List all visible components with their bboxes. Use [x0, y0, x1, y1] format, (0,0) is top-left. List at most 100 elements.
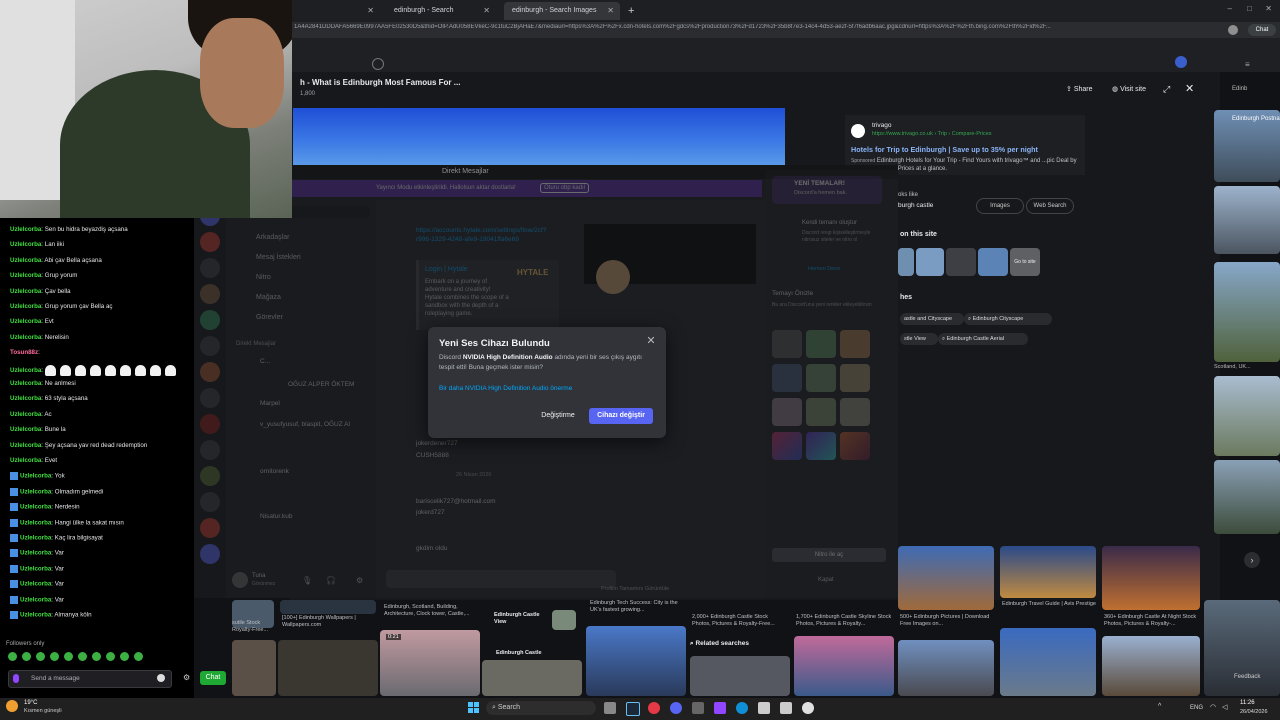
profile-icon[interactable] [1228, 25, 1238, 35]
image-caption[interactable]: Edinburgh Castle View [494, 612, 550, 626]
chat-username[interactable]: Uzlelcorba [20, 519, 51, 526]
image-thumbnail[interactable] [690, 656, 790, 696]
dm-item[interactable]: C... [260, 358, 270, 365]
emote-icon[interactable] [8, 652, 17, 661]
edge-thumbnail[interactable] [1214, 376, 1280, 456]
refresh-icon[interactable] [372, 58, 384, 70]
dm-item[interactable]: Nisatur.kub [260, 513, 293, 520]
chat-username[interactable]: Uzlelcorba [20, 535, 51, 542]
image-thumbnail[interactable] [794, 636, 894, 696]
chat-settings-icon[interactable]: ⚙ [183, 673, 190, 682]
theme-swatch[interactable] [772, 432, 802, 460]
chat-username[interactable]: Uzlelcorba [20, 565, 51, 572]
tab-edinburgh-images[interactable]: edinburgh - Search Images ✕ [504, 2, 620, 20]
try-now-link[interactable]: Hemen Dene [808, 266, 840, 272]
chat-send-button[interactable]: Chat [200, 671, 226, 685]
image-caption[interactable]: Edinburgh, Scotland, Building, Architect… [384, 604, 484, 618]
image-thumbnail[interactable] [1000, 628, 1096, 696]
edge-icon[interactable] [736, 702, 748, 714]
tray-chevron-icon[interactable]: ^ [1158, 703, 1161, 710]
dm-item[interactable]: v_yusufyusuf, blaspit, OĞUZ Al [260, 421, 350, 428]
chat-username[interactable]: Uzlelcorba [10, 318, 41, 325]
emote-icon[interactable] [92, 652, 101, 661]
volume-icon[interactable]: ◁ [1222, 703, 1227, 711]
image-thumbnail[interactable] [1000, 546, 1096, 598]
chat-username[interactable]: Uzlelcorba [10, 395, 41, 402]
related-chip[interactable]: ⌕ Edinburgh Cityscape [964, 313, 1052, 325]
dm-item[interactable]: Marpel [260, 400, 280, 407]
chat-username[interactable]: Uzlelcorba [10, 380, 41, 387]
app-icon[interactable] [802, 702, 814, 714]
dont-change-button[interactable]: Değiştirme [534, 408, 582, 424]
server-icon[interactable] [200, 544, 220, 564]
theme-swatch[interactable] [840, 398, 870, 426]
chat-username[interactable]: Tosun88z [10, 349, 38, 356]
related-chip[interactable]: astle and Cityscape [900, 313, 964, 325]
image-caption[interactable]: 360+ Edinburgh Castle At Night Stock Pho… [1104, 614, 1202, 628]
server-icon[interactable] [200, 232, 220, 252]
message-link[interactable]: https://accounts.hytale.com/settings/flo… [416, 226, 556, 244]
related-chip[interactable]: stle View [900, 333, 938, 345]
images-button[interactable]: Images [976, 198, 1024, 214]
server-icon[interactable] [200, 466, 220, 486]
image-caption[interactable]: [100+] Edinburgh Wallpapers | Wallpapers… [282, 615, 378, 629]
edge-thumbnail[interactable] [1214, 262, 1280, 362]
maximize-icon[interactable]: □ [1247, 4, 1252, 13]
copilot-chat-button[interactable]: Chat [1248, 24, 1276, 36]
server-icon[interactable] [200, 362, 220, 382]
weather-temp[interactable]: 19°C [24, 700, 37, 706]
close-icon[interactable]: ✕ [367, 2, 374, 20]
image-thumbnail[interactable] [232, 640, 276, 696]
close-icon[interactable]: ✕ [644, 334, 658, 348]
server-icon[interactable] [200, 336, 220, 356]
share-button[interactable]: ⇪ Share [1066, 85, 1093, 93]
clock-time[interactable]: 11:26 [1240, 700, 1255, 706]
start-windows-icon[interactable] [468, 702, 480, 714]
close-panel-link[interactable]: Kapat [818, 577, 834, 583]
server-icon[interactable] [200, 414, 220, 434]
emote-icon[interactable] [22, 652, 31, 661]
chat-username[interactable]: Uzlelcorba [20, 504, 51, 511]
chat-username[interactable]: Uzlelcorba [20, 581, 51, 588]
new-themes-card[interactable]: YENİ TEMALAR! Discord'a hemen bak. [772, 176, 882, 204]
server-icon[interactable] [200, 310, 220, 330]
nitro-unlock-button[interactable]: Nitro ile aç [772, 548, 886, 562]
message-input[interactable] [386, 570, 616, 588]
app-icon[interactable] [692, 702, 704, 714]
chat-username[interactable]: Uzlelcorba [20, 612, 51, 619]
chat-username[interactable]: Uzlelcorba [10, 426, 41, 433]
theme-swatch[interactable] [806, 432, 836, 460]
image-thumbnail[interactable] [278, 640, 378, 696]
image-thumbnail[interactable] [898, 640, 994, 696]
emote-icon[interactable] [134, 652, 143, 661]
emote-icon[interactable] [50, 652, 59, 661]
chat-username[interactable]: Uzlelcorba [10, 334, 41, 341]
looks-like-value[interactable]: burgh castle [898, 202, 933, 209]
emote-icon[interactable] [36, 652, 45, 661]
theme-swatch[interactable] [840, 432, 870, 460]
image-caption[interactable]: 500+ Edinburgh Pictures | Download Free … [900, 614, 996, 628]
bits-icon[interactable] [13, 674, 19, 683]
image-thumbnail[interactable] [1102, 546, 1200, 610]
change-device-button[interactable]: Cihazı değiştir [589, 408, 653, 424]
emote-icon[interactable] [64, 652, 73, 661]
chat-username[interactable]: Uzlelcorba [10, 226, 41, 233]
taskbar-search[interactable]: ⌕ Search [486, 701, 596, 715]
site-thumbnail[interactable] [898, 248, 914, 276]
image-caption[interactable]: Edinburgh Castle [496, 650, 552, 657]
close-window-icon[interactable]: ✕ [1265, 4, 1272, 13]
open-external-icon[interactable]: ⤢ [1163, 84, 1170, 95]
emote-picker-icon[interactable] [157, 674, 165, 682]
image-thumbnail[interactable] [1102, 636, 1200, 696]
emote-icon[interactable] [106, 652, 115, 661]
microphone-icon[interactable]: 🎙 [302, 576, 312, 585]
chat-username[interactable]: Uzlelcorba [20, 488, 51, 495]
edge-thumbnail[interactable] [1214, 186, 1280, 254]
dont-suggest-link[interactable]: Bir daha NVIDIA High Definition Audio ön… [439, 385, 572, 392]
chat-username[interactable]: Uzlelcorba [10, 442, 41, 449]
chat-username[interactable]: Uzlelcorba [10, 457, 41, 464]
dm-item[interactable]: OĞUZ ALPER ÖKTEM [288, 381, 354, 388]
server-icon[interactable] [200, 518, 220, 538]
discord-icon[interactable] [670, 702, 682, 714]
url-text[interactable]: 1A4A2841DDDAFA5669E0997AA5FE02530D5&thid… [294, 24, 1174, 36]
